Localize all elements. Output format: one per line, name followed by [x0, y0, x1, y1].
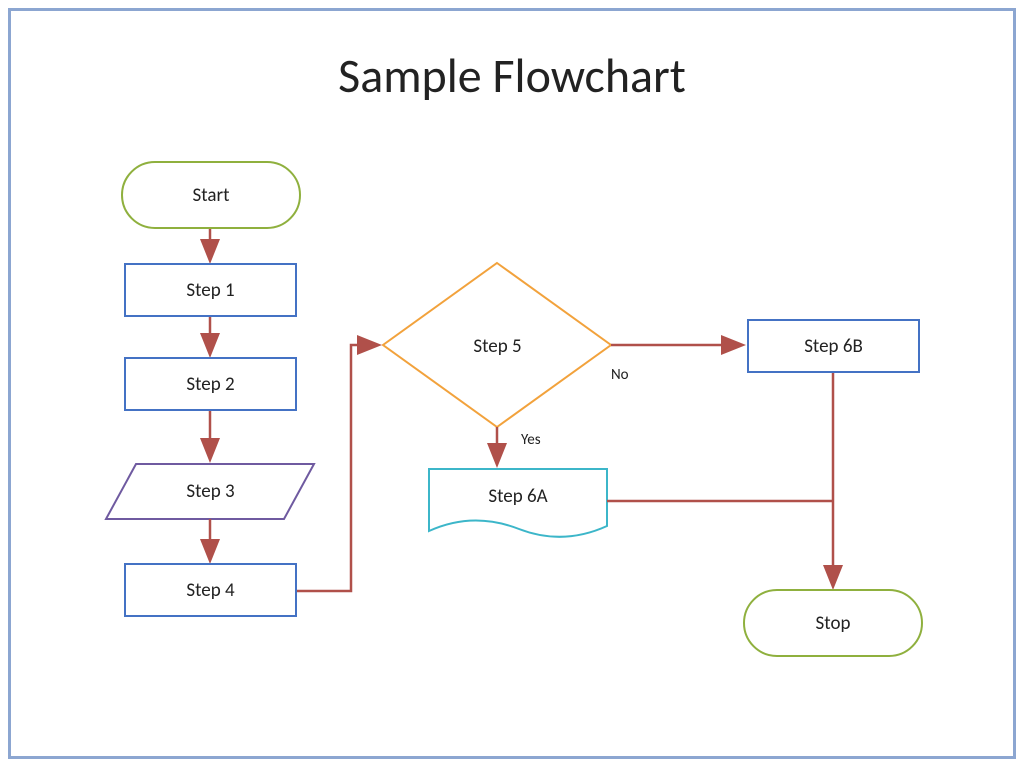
node-label: Start — [193, 184, 230, 207]
terminator-stop: Stop — [743, 589, 923, 657]
label-yes: Yes — [521, 431, 541, 449]
node-label: Step 5 — [473, 335, 521, 358]
arrow-step4-step5 — [297, 345, 377, 591]
data-step3-label: Step 3 — [124, 464, 297, 519]
terminator-start: Start — [121, 161, 301, 229]
node-label: Step 1 — [186, 279, 234, 302]
node-label: Stop — [816, 612, 851, 635]
process-step2: Step 2 — [124, 357, 297, 411]
node-label: Step 2 — [186, 373, 234, 396]
process-step1: Step 1 — [124, 263, 297, 317]
process-step6b: Step 6B — [747, 319, 920, 373]
node-label: Step 4 — [186, 579, 234, 602]
process-step4: Step 4 — [124, 563, 297, 617]
node-label: Step 6B — [804, 335, 863, 358]
slide-title: Sample Flowchart — [11, 46, 1013, 105]
slide-canvas: Sample Flowchart — [8, 8, 1016, 759]
node-label: Step 6A — [488, 485, 547, 508]
node-label: Step 3 — [186, 480, 234, 503]
label-no: No — [611, 366, 629, 384]
document-step6a-label: Step 6A — [429, 471, 607, 521]
decision-step5-label: Step 5 — [411, 319, 584, 373]
